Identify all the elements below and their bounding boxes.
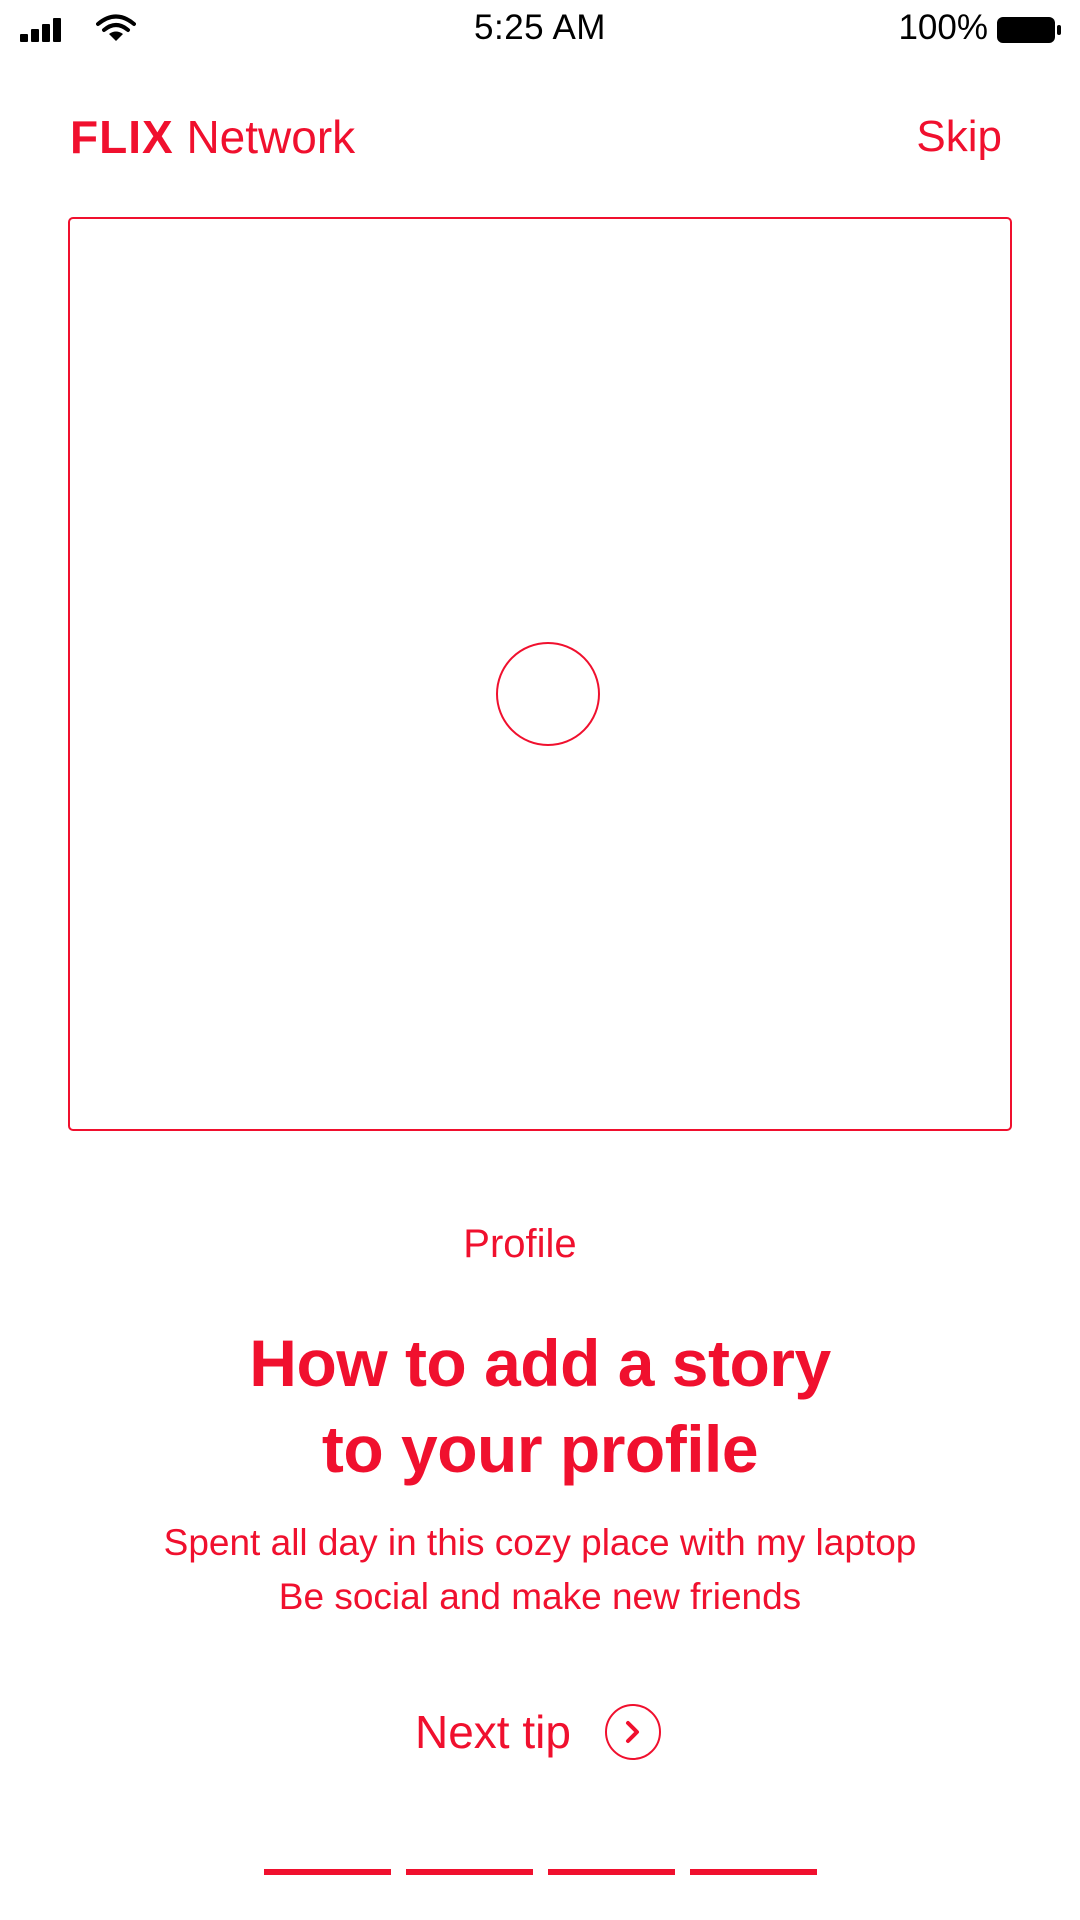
page-indicator-dot[interactable] — [264, 1869, 391, 1875]
category-label: Profile — [463, 1222, 577, 1266]
title-line-1: How to add a story — [249, 1326, 831, 1400]
description-line-1: Spent all day in this cozy place with my… — [163, 1522, 917, 1563]
chevron-right-circle-icon[interactable] — [604, 1704, 661, 1760]
circle-icon[interactable] — [496, 642, 600, 746]
description-line-2: Be social and make new friends — [278, 1576, 802, 1617]
brand-bold-text: FLIX — [70, 111, 174, 163]
description: Spent all day in this cozy place with my… — [0, 1516, 1080, 1624]
next-tip-button[interactable]: Next tip — [415, 1700, 661, 1764]
page-indicator — [264, 1869, 817, 1875]
page-indicator-dot[interactable] — [690, 1869, 817, 1875]
media-placeholder — [68, 217, 1012, 1131]
battery-percent: 100% — [898, 8, 988, 47]
skip-button[interactable]: Skip — [916, 112, 1002, 162]
page-indicator-dot[interactable] — [406, 1869, 533, 1875]
page-indicator-dot[interactable] — [548, 1869, 675, 1875]
battery-icon — [997, 17, 1061, 43]
page-title: How to add a story to your profile — [0, 1320, 1080, 1492]
title-line-2: to your profile — [321, 1412, 759, 1486]
status-bar: 5:25 AM 100% — [0, 0, 1080, 60]
brand-light-text: Network — [186, 111, 356, 163]
brand-logo: FLIX Network — [70, 110, 355, 164]
chevron-right-icon — [625, 1721, 639, 1743]
next-tip-label: Next tip — [415, 1706, 571, 1758]
